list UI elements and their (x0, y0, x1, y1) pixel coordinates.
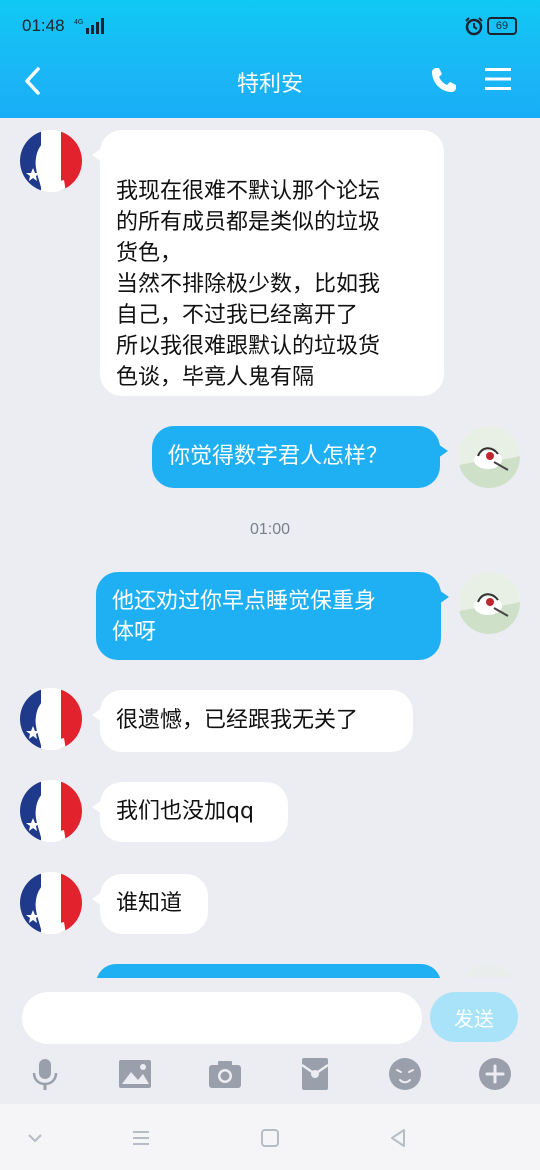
my-avatar[interactable] (458, 426, 520, 488)
message-text: 谁知道 (116, 891, 183, 916)
status-bar: 01:48 4G 69 (0, 0, 540, 54)
message-line: 当然不排除极少数，比如我 (116, 272, 381, 297)
chat-header: 01:48 4G 69 特利安 (0, 0, 540, 118)
contact-avatar[interactable] (20, 688, 82, 750)
home-icon[interactable] (258, 1126, 282, 1150)
camera-icon[interactable] (207, 1056, 243, 1092)
chat-title: 特利安 (236, 72, 303, 97)
message-line: 他还劝过你早点睡觉保重身 (112, 589, 377, 614)
message-bubble[interactable]: 我们也没加qq (92, 782, 288, 842)
input-area: 发送 (0, 978, 540, 1104)
input-toolbar (0, 1054, 540, 1098)
message-text: 很遗憾，已经跟我无关了 (116, 708, 359, 733)
message-bubble[interactable]: 你觉得数字君人怎样？ (152, 426, 448, 488)
message-line: 我现在很难不默认那个论坛 (116, 179, 381, 204)
emoji-icon[interactable] (387, 1056, 423, 1092)
chevron-down-icon[interactable] (23, 1126, 47, 1150)
message-line: 的所有成员都是类似的垃圾 (116, 210, 381, 235)
my-avatar[interactable] (458, 964, 520, 978)
message-bubble[interactable]: 很遗憾，已经跟我无关了 (92, 690, 413, 752)
message-input[interactable] (22, 992, 422, 1044)
menu-icon[interactable] (484, 66, 512, 92)
message-line: 体呀 (112, 620, 157, 645)
system-nav-bar (0, 1104, 540, 1170)
back-triangle-icon[interactable] (386, 1126, 410, 1150)
message-bubble[interactable]: 我现在很难不默认那个论坛 的所有成员都是类似的垃圾 货色， 当然不排除极少数，比… (92, 130, 444, 396)
contact-avatar[interactable] (20, 780, 82, 842)
contact-avatar[interactable] (20, 872, 82, 934)
message-timestamp: 01:00 (249, 521, 291, 538)
message-line: 货色， (116, 241, 183, 266)
message-text: 你觉得数字君人怎样？ (168, 444, 389, 469)
message-line: 自己，不过我已经离开了 (116, 303, 359, 328)
signal-icon: 4G (74, 18, 104, 34)
plus-icon[interactable] (477, 1056, 513, 1092)
contact-avatar-image (20, 780, 82, 842)
message-text: 我们也没加qq (116, 799, 254, 824)
battery-indicator: 69 (487, 17, 517, 35)
contact-avatar-image (20, 688, 82, 750)
message-bubble[interactable] (96, 964, 441, 978)
my-avatar[interactable] (458, 572, 520, 634)
my-avatar-image (458, 572, 520, 634)
nav-bar: 特利安 (0, 54, 540, 118)
message-list[interactable]: 我现在很难不默认那个论坛 的所有成员都是类似的垃圾 货色， 当然不排除极少数，比… (0, 118, 540, 978)
contact-avatar[interactable] (20, 130, 82, 192)
contact-avatar-image (20, 130, 82, 192)
contact-avatar-image (20, 872, 82, 934)
red-packet-icon[interactable] (297, 1056, 333, 1092)
message-line: 色谈，毕竟人鬼有隔 (116, 365, 315, 390)
my-avatar-image (458, 426, 520, 488)
message-bubble[interactable]: 谁知道 (92, 874, 208, 934)
image-icon[interactable] (117, 1056, 153, 1092)
recents-icon[interactable] (129, 1126, 153, 1150)
phone-icon[interactable] (430, 66, 458, 94)
alarm-icon (465, 17, 483, 36)
status-time: 01:48 (22, 16, 65, 35)
svg-text:4G: 4G (74, 19, 83, 26)
message-bubble[interactable]: 他还劝过你早点睡觉保重身 体呀 (96, 572, 449, 660)
my-avatar-image (458, 964, 520, 978)
microphone-icon[interactable] (27, 1056, 63, 1092)
message-line: 所以我很难跟默认的垃圾货 (116, 334, 381, 359)
send-button[interactable]: 发送 (430, 992, 518, 1042)
